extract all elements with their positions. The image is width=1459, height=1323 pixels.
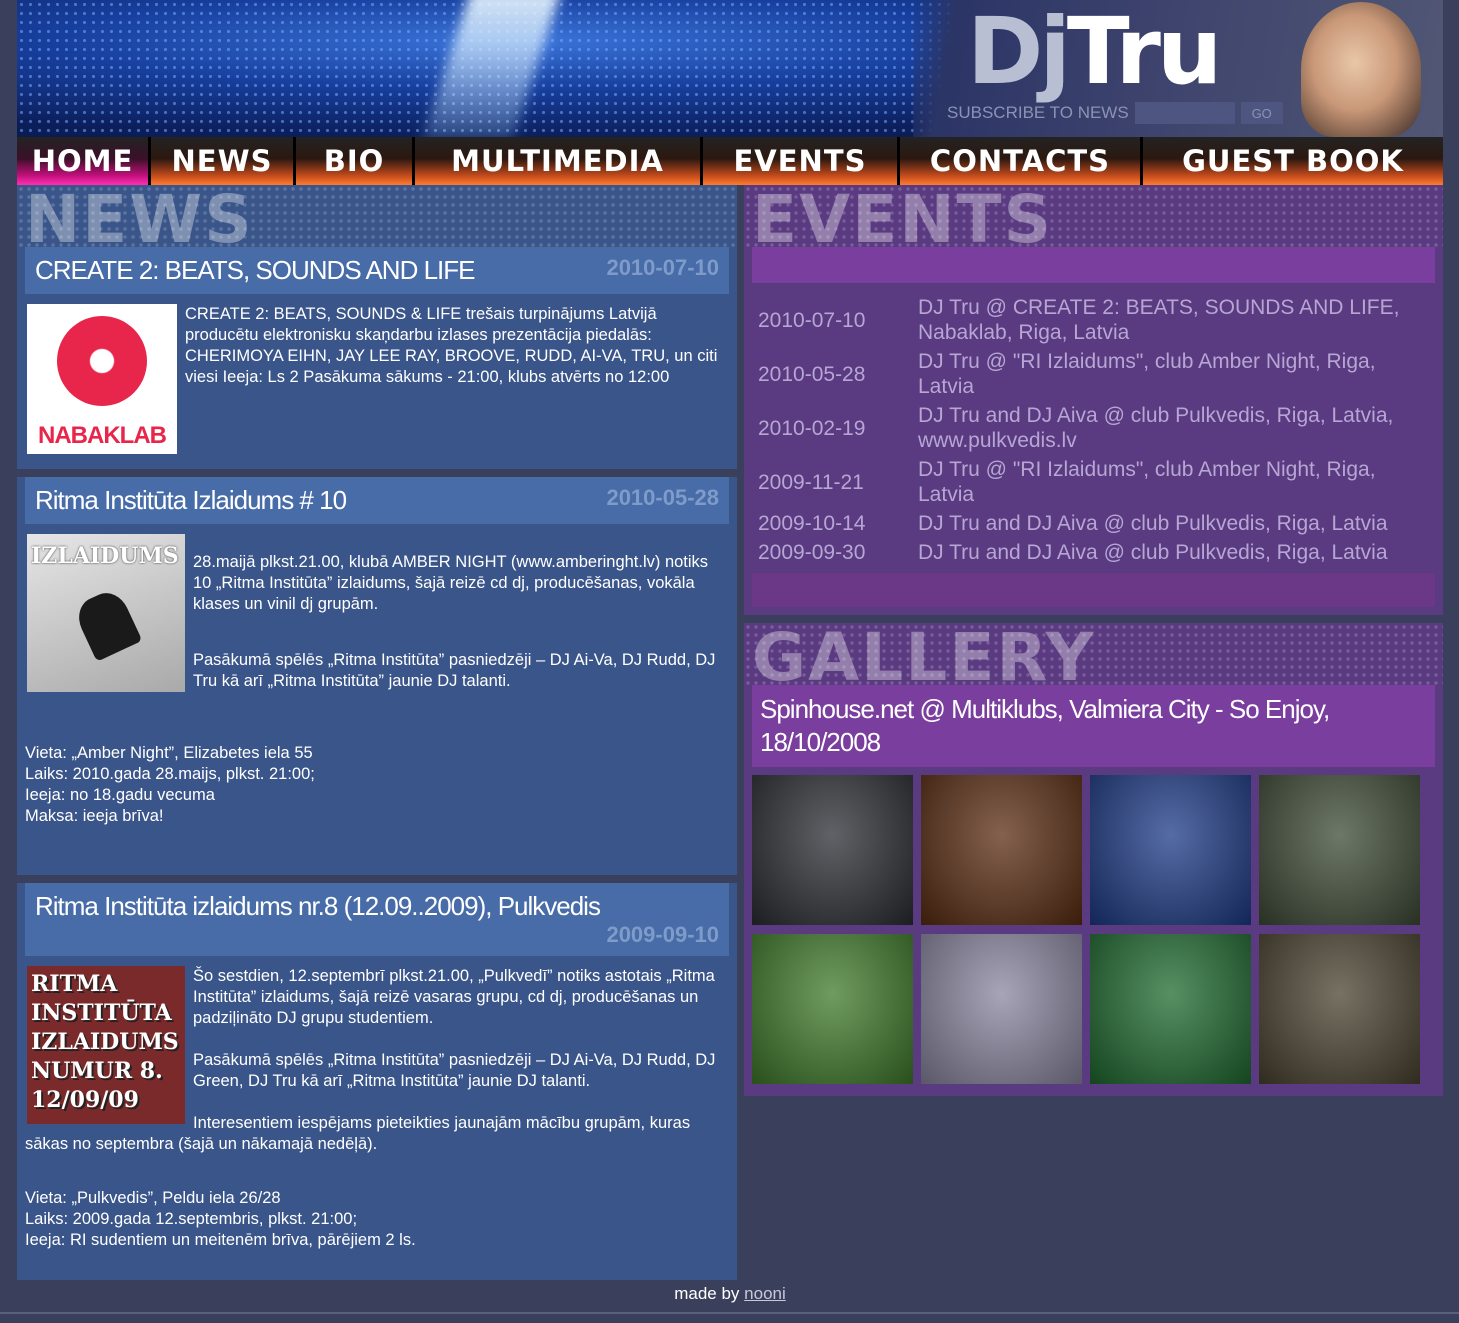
event-row[interactable]: 2009-09-30 DJ Tru and DJ Aiva @ club Pulk… [752, 538, 1435, 567]
nav-item-contacts[interactable]: Contacts [900, 137, 1143, 185]
footer-author-link[interactable]: nooni [744, 1284, 786, 1303]
news-body: NABAKLAB CREATE 2: BEATS, SOUNDS & LIFE … [25, 304, 729, 458]
event-date: 2010-05-28 [758, 362, 866, 386]
news-title-bar: Ritma Institūta izlaidums nr.8 (12.09..2… [25, 883, 729, 956]
news-detail-line: Ieeja: no 18.gadu vecuma [25, 786, 215, 804]
nabaklab-image[interactable]: NABAKLAB [27, 304, 177, 454]
gallery-thumbnail[interactable] [921, 934, 1082, 1084]
dj-portrait-image [1301, 2, 1421, 137]
news-title[interactable]: Ritma Institūta Izlaidums # 10 [35, 485, 347, 516]
gallery-heading: Gallery [752, 623, 1096, 686]
footer: made by nooni [17, 1284, 1443, 1304]
events-top-bar [752, 247, 1435, 283]
news-date: 2010-05-28 [606, 485, 719, 510]
event-row[interactable]: 2009-11-21 DJ Tru @ "RI Izlaidums", club … [752, 455, 1435, 509]
news-column: News CREATE 2: BEATS, SOUNDS AND LIFE 20… [17, 185, 737, 1288]
event-date: 2010-02-19 [758, 416, 866, 440]
gallery-box: Gallery Spinhouse.net @ Multiklubs, Valm… [744, 623, 1443, 1096]
news-date: 2010-07-10 [606, 255, 719, 280]
site-logo[interactable]: DjTru [967, 6, 1222, 98]
events-section-header: Events [744, 185, 1443, 247]
news-detail-line: Laiks: 2010.gada 28.maijs, plkst. 21:00; [25, 765, 315, 783]
news-detail-line: Ieeja: RI sudentiem un meitenēm brīva, p… [25, 1231, 416, 1249]
event-text[interactable]: DJ Tru @ CREATE 2: BEATS, SOUNDS AND LIF… [912, 293, 1435, 347]
event-text[interactable]: DJ Tru @ "RI Izlaidums", club Amber Nigh… [912, 347, 1435, 401]
news-details: Vieta: „Pulkvedis”, Peldu iela 26/28 Lai… [25, 1188, 729, 1251]
nav-item-multimedia[interactable]: Multimedia [415, 137, 703, 185]
nav-item-events[interactable]: Events [703, 137, 900, 185]
main-nav: Home News Bio Multimedia Events Contacts… [17, 137, 1443, 185]
gallery-thumbnails [752, 775, 1435, 1084]
page: DjTru SUBSCRIBE TO NEWS GO Home News Bio… [17, 0, 1443, 1303]
event-date: 2010-07-10 [758, 308, 866, 332]
news-item: Ritma Institūta Izlaidums # 10 2010-05-2… [17, 477, 737, 875]
news-detail-line: Laiks: 2009.gada 12.septembris, plkst. 2… [25, 1210, 358, 1228]
event-row[interactable]: 2010-05-28 DJ Tru @ "RI Izlaidums", club … [752, 347, 1435, 401]
news-body: IZLAIDUMS 28.maijā plkst.21.00, klubā AM… [25, 534, 729, 827]
logo-tru-text: Tru [1066, 0, 1223, 105]
news-details: Vieta: „Amber Night”, Elizabetes iela 55… [25, 743, 729, 827]
event-row[interactable]: 2009-10-14 DJ Tru and DJ Aiva @ club Pulk… [752, 509, 1435, 538]
event-date: 2009-09-30 [758, 541, 866, 564]
news-section-header: News [17, 185, 737, 247]
event-date: 2009-11-21 [758, 470, 864, 494]
footer-made-by: made by [674, 1284, 740, 1303]
gallery-thumbnail[interactable] [752, 934, 913, 1084]
news-title-bar: CREATE 2: BEATS, SOUNDS AND LIFE 2010-07… [25, 247, 729, 294]
event-text[interactable]: DJ Tru @ "RI Izlaidums", club Amber Nigh… [912, 455, 1435, 509]
nav-item-news[interactable]: News [151, 137, 296, 185]
gallery-section-header: Gallery [744, 623, 1443, 685]
event-text[interactable]: DJ Tru and DJ Aiva @ club Pulkvedis, Rig… [912, 401, 1435, 455]
nav-item-home[interactable]: Home [17, 137, 151, 185]
news-detail-line: Vieta: „Amber Night”, Elizabetes iela 55 [25, 744, 313, 762]
gallery-thumbnail[interactable] [1090, 775, 1251, 925]
sidebar-column: Events 2010-07-10 DJ Tru @ CREATE 2: BEAT… [744, 185, 1443, 1096]
event-row[interactable]: 2010-07-10 DJ Tru @ CREATE 2: BEATS, SOUN… [752, 293, 1435, 347]
nav-item-bio[interactable]: Bio [296, 137, 415, 185]
gallery-thumbnail[interactable] [1259, 775, 1420, 925]
gallery-album-title[interactable]: Spinhouse.net @ Multiklubs, Valmiera Cit… [752, 685, 1435, 767]
subscribe-go-button[interactable]: GO [1240, 102, 1283, 124]
subscribe-label: SUBSCRIBE TO NEWS [947, 103, 1129, 122]
news-title-bar: Ritma Institūta Izlaidums # 10 2010-05-2… [25, 477, 729, 524]
logo-dj-text: Dj [967, 0, 1071, 105]
gallery-thumbnail[interactable] [752, 775, 913, 925]
nabaklab-logo-shape [57, 316, 147, 406]
gallery-thumbnail[interactable] [1090, 934, 1251, 1084]
news-detail-line: Maksa: ieeja brīva! [25, 807, 164, 825]
news-body: RITMA INSTITŪTA IZLAIDUMS NUMUR 8. 12/09… [25, 966, 729, 1251]
event-text[interactable]: DJ Tru and DJ Aiva @ club Pulkvedis, Rig… [912, 538, 1435, 567]
izlaidums-10-poster-image[interactable]: IZLAIDUMS [27, 534, 185, 692]
news-heading: News [25, 185, 254, 248]
news-item: Ritma Institūta izlaidums nr.8 (12.09..2… [17, 883, 737, 1280]
poster-figure [71, 586, 143, 662]
event-text[interactable]: DJ Tru and DJ Aiva @ club Pulkvedis, Rig… [912, 509, 1435, 538]
news-item: CREATE 2: BEATS, SOUNDS AND LIFE 2010-07… [17, 247, 737, 469]
news-title[interactable]: CREATE 2: BEATS, SOUNDS AND LIFE [35, 255, 475, 286]
poster-text: IZLAIDUMS [31, 543, 179, 569]
subscribe-form: SUBSCRIBE TO NEWS GO [947, 102, 1283, 124]
event-row[interactable]: 2010-02-19 DJ Tru and DJ Aiva @ club Pulk… [752, 401, 1435, 455]
nav-item-guest-book[interactable]: Guest Book [1143, 137, 1443, 185]
poster-text: RITMA INSTITŪTA IZLAIDUMS NUMUR 8. 12/09… [31, 971, 179, 1113]
gallery-thumbnail[interactable] [921, 775, 1082, 925]
nabaklab-logo-text: NABAKLAB [38, 422, 167, 449]
site-header: DjTru SUBSCRIBE TO NEWS GO [17, 0, 1443, 137]
subscribe-email-input[interactable] [1134, 102, 1235, 124]
news-date: 2009-09-10 [606, 922, 719, 947]
events-heading: Events [752, 185, 1054, 248]
news-detail-line: Vieta: „Pulkvedis”, Peldu iela 26/28 [25, 1189, 281, 1207]
news-title[interactable]: Ritma Institūta izlaidums nr.8 (12.09..2… [35, 891, 719, 922]
gallery-thumbnail[interactable] [1259, 934, 1420, 1084]
bottom-divider [0, 1312, 1459, 1314]
events-table: 2010-07-10 DJ Tru @ CREATE 2: BEATS, SOUN… [752, 293, 1435, 567]
event-date: 2009-10-14 [758, 512, 866, 535]
events-box: Events 2010-07-10 DJ Tru @ CREATE 2: BEAT… [744, 185, 1443, 615]
events-bottom-bar [752, 573, 1435, 607]
izlaidums-8-poster-image[interactable]: RITMA INSTITŪTA IZLAIDUMS NUMUR 8. 12/09… [27, 966, 185, 1124]
